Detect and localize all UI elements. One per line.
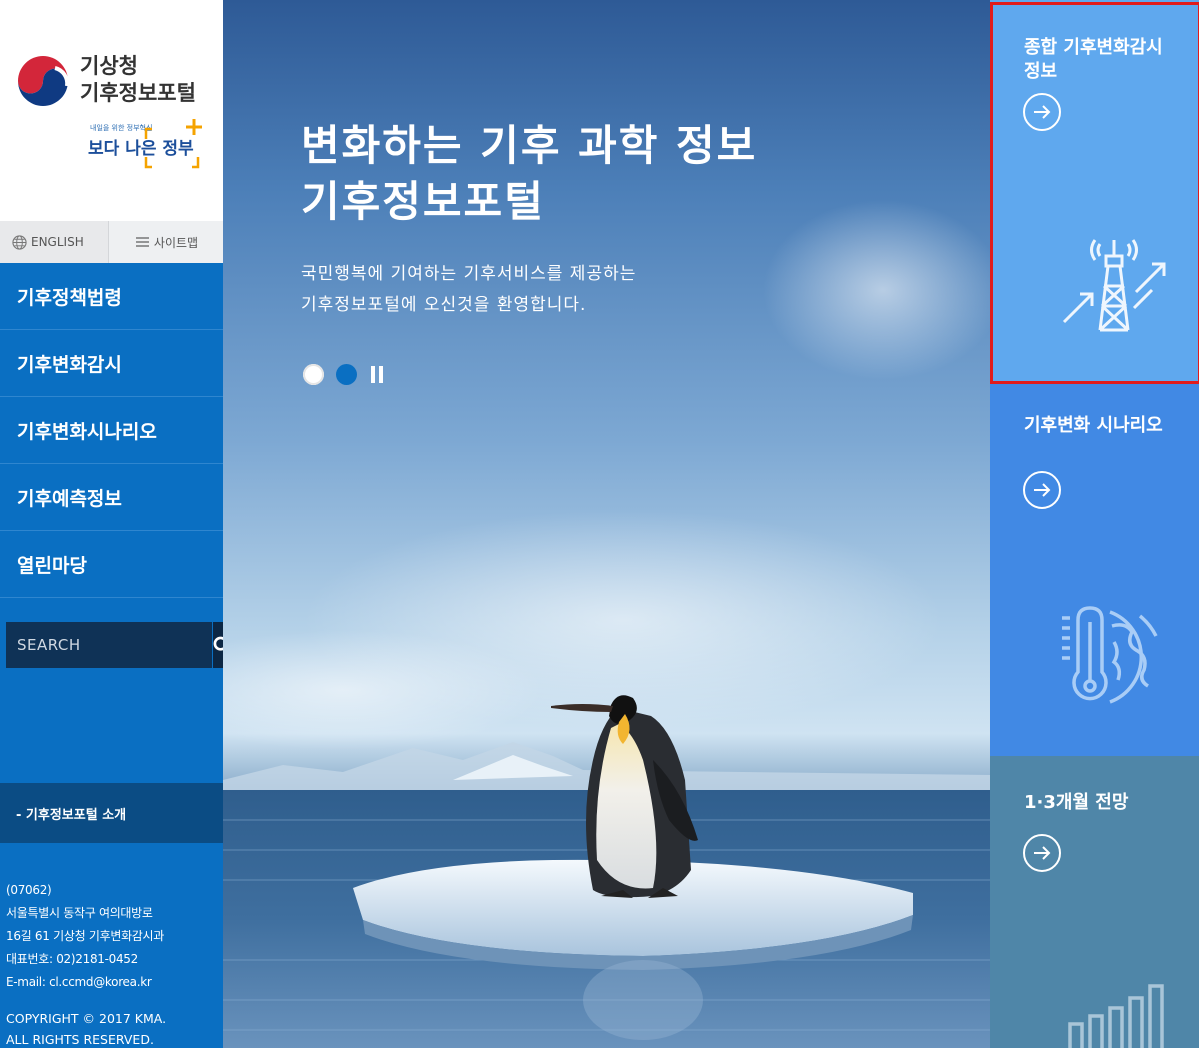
nav-item-climate-prediction[interactable]: 기후예측정보 <box>0 464 223 531</box>
panel-title-scenario: 기후변화 시나리오 <box>1024 415 1163 436</box>
english-button[interactable]: ENGLISH <box>12 221 108 263</box>
sidebar: 기상청 기후정보포털 내일을 위한 정부혁신 보다 나은 정부 ENGLISH <box>0 0 232 1048</box>
footer-email: E-mail: cl.ccmd@korea.kr <box>6 975 152 989</box>
footer-phone: 대표번호: 02)2181-0452 <box>6 952 138 966</box>
english-label: ENGLISH <box>31 235 84 249</box>
footer-address: (07062) 서울특별시 동작구 여의대방로 16길 61 기상청 기후변화감… <box>6 879 164 994</box>
search-input[interactable] <box>6 622 213 668</box>
observation-tower-icon <box>1062 239 1166 332</box>
gov-innovation-badge: 내일을 위한 정부혁신 보다 나은 정부 <box>86 117 206 171</box>
arrow-right-icon[interactable] <box>1023 834 1061 872</box>
slide-dot-1[interactable] <box>303 364 324 385</box>
nav-item-climate-scenario[interactable]: 기후변화시나리오 <box>0 397 223 464</box>
pause-icon[interactable] <box>371 366 387 383</box>
nav-item-climate-monitoring[interactable]: 기후변화감시 <box>0 330 223 397</box>
globe-icon <box>12 234 27 250</box>
taegeuk-emblem-icon <box>16 54 70 108</box>
panel-climate-monitoring[interactable]: 종합 기후변화감시정보 <box>990 0 1199 382</box>
panel-title-outlook: 1·3개월 전망 <box>1024 792 1129 813</box>
hero-banner: 변화하는 기후 과학 정보 기후정보포털 국민행복에 기여하는 기후서비스를 제… <box>223 0 990 1048</box>
sitemap-button[interactable]: 사이트맵 <box>108 221 224 263</box>
arrow-right-icon[interactable] <box>1023 471 1061 509</box>
logo-area[interactable]: 기상청 기후정보포털 내일을 위한 정부혁신 보다 나은 정부 <box>0 0 223 221</box>
menu-icon <box>135 237 149 247</box>
search-box <box>6 622 232 668</box>
hero-title: 변화하는 기후 과학 정보 기후정보포털 <box>301 121 758 226</box>
utility-bar: ENGLISH 사이트맵 <box>0 221 224 263</box>
slide-controls <box>303 364 387 385</box>
bar-chart-icon <box>1068 984 1164 1048</box>
hero-subtitle: 국민행복에 기여하는 기후서비스를 제공하는 기후정보포털에 오신것을 환영합니… <box>301 264 637 315</box>
nav-item-open-forum[interactable]: 열린마당 <box>0 531 223 598</box>
footer-addr-line2: 16길 61 기상청 기후변화감시과 <box>6 929 165 943</box>
nav-item-policy-law[interactable]: 기후정책법령 <box>0 263 223 330</box>
main-nav: 기후정책법령 기후변화감시 기후변화시나리오 기후예측정보 열린마당 <box>0 263 223 598</box>
panel-monthly-outlook[interactable]: 1·3개월 전망 <box>990 756 1199 1048</box>
portal-intro-link[interactable]: - 기후정보포털 소개 <box>0 783 223 843</box>
sitemap-label: 사이트맵 <box>153 235 199 250</box>
panel-title-monitoring: 종합 기후변화감시정보 <box>1024 37 1163 82</box>
bracket-frame-icon <box>144 127 200 169</box>
thermometer-globe-icon <box>1062 606 1158 704</box>
logo-title: 기상청 기후정보포털 <box>80 54 196 105</box>
panel-climate-scenario[interactable]: 기후변화 시나리오 <box>990 382 1199 756</box>
footer-addr-line1: 서울특별시 동작구 여의대방로 <box>6 906 153 920</box>
copyright: COPYRIGHT © 2017 KMA. ALL RIGHTS RESERVE… <box>6 1011 167 1047</box>
slide-dot-2[interactable] <box>336 364 357 385</box>
footer-postal: (07062) <box>6 883 52 897</box>
arrow-right-icon[interactable] <box>1023 93 1061 131</box>
